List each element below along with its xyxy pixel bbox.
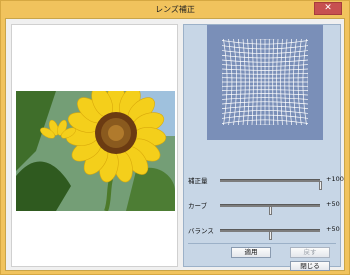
slider-balance-label: バランス [188, 227, 214, 235]
slider-amount-thumb[interactable] [319, 181, 322, 190]
sunflower-photo [16, 91, 175, 211]
slider-amount-label: 補正量 [188, 177, 208, 185]
close-window-button[interactable]: ✕ [314, 2, 342, 15]
slider-curve-track[interactable] [220, 204, 320, 215]
slider-balance-value: +50 [326, 225, 340, 233]
settings-panel: 補正量 +100 カーブ +50 バランス +50 適用 戻す 閉じる [183, 24, 344, 271]
slider-amount-track[interactable] [220, 179, 322, 190]
lens-correction-window: レンズ補正 ✕ 補正量 +100 カーブ +50 バランス +50 適用 戻す … [0, 0, 350, 275]
slider-curve: カーブ +50 [188, 199, 340, 215]
apply-button[interactable]: 適用 [231, 247, 271, 258]
panel-divider [188, 243, 336, 244]
slider-curve-thumb[interactable] [269, 206, 272, 215]
title-bar[interactable]: レンズ補正 ✕ [1, 1, 349, 18]
dialog-body: 補正量 +100 カーブ +50 バランス +50 適用 戻す 閉じる [5, 18, 345, 271]
slider-amount: 補正量 +100 [188, 174, 344, 190]
slider-amount-value: +100 [326, 175, 344, 183]
window-title: レンズ補正 [155, 5, 195, 14]
distortion-grid-preview [207, 25, 323, 140]
slider-balance-track[interactable] [220, 229, 320, 240]
undo-button[interactable]: 戻す [290, 247, 330, 258]
slider-curve-label: カーブ [188, 202, 208, 210]
image-preview-panel [11, 24, 178, 267]
slider-balance: バランス +50 [188, 224, 340, 240]
close-button[interactable]: 閉じる [290, 261, 330, 271]
slider-balance-thumb[interactable] [269, 231, 272, 240]
distortion-grid-icon [222, 39, 308, 125]
slider-curve-value: +50 [326, 200, 340, 208]
